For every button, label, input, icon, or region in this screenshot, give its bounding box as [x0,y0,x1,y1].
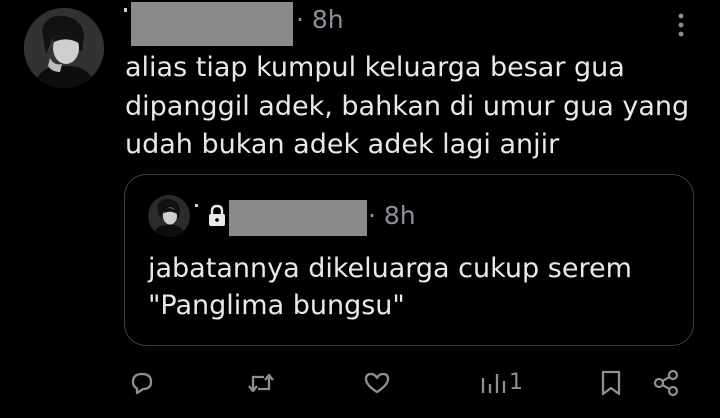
reply-icon [129,370,155,396]
share-icon [652,369,680,397]
post-timestamp[interactable]: · 8h [296,4,344,36]
lock-icon [207,204,227,228]
quoted-post-timestamp[interactable]: · 8h [368,200,416,232]
post-text: alias tiap kumpul keluarga besar gua dip… [125,52,690,160]
views-count: 1 [509,370,523,395]
verified-mark [124,8,127,12]
more-options-icon[interactable] [672,10,690,40]
quoted-post-text: jabatannya dikeluarga cukup serem "Pangl… [148,253,632,321]
quoted-verified-mark [195,204,198,207]
quoted-author-avatar[interactable] [148,195,190,237]
retweet-button[interactable] [246,368,276,398]
quoted-redacted-username[interactable] [229,200,367,236]
views-button[interactable]: 1 [480,368,523,398]
share-button[interactable] [652,368,680,398]
author-avatar[interactable] [24,8,104,88]
views-icon [480,370,506,396]
redacted-username[interactable] [131,2,293,46]
like-button[interactable] [363,368,391,398]
reply-button[interactable] [129,368,155,398]
bookmark-button[interactable] [599,368,623,398]
like-icon [363,370,391,396]
bookmark-icon [599,369,623,397]
retweet-icon [246,370,276,396]
